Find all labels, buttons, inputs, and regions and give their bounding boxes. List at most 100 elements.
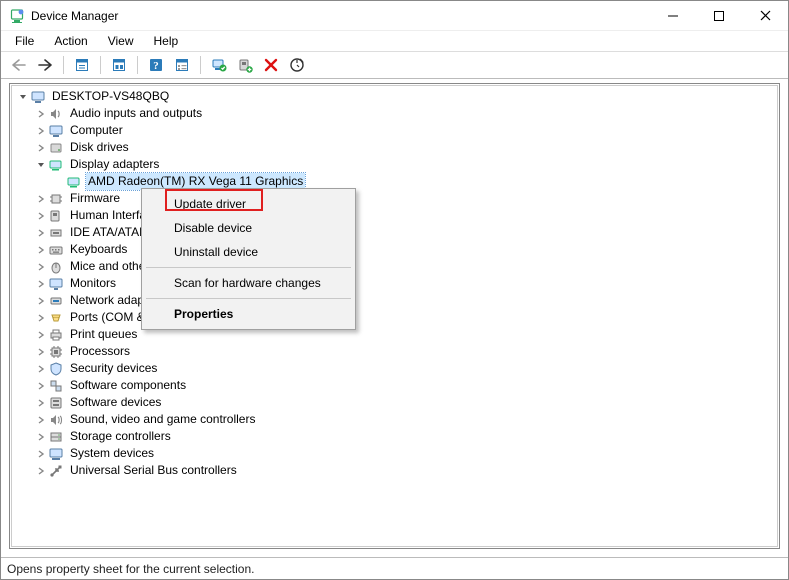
chevron-right-icon[interactable] [34, 364, 48, 374]
port-icon [48, 310, 64, 326]
hid-icon [48, 208, 64, 224]
tree-item-label: Security devices [68, 360, 159, 377]
tree-item-label: Universal Serial Bus controllers [68, 462, 239, 479]
tree-item-label: Firmware [68, 190, 122, 207]
tree-item-label: Software devices [68, 394, 163, 411]
tree-item-keyboards[interactable]: Keyboards [12, 241, 777, 258]
tree-item-system[interactable]: System devices [12, 445, 777, 462]
title-bar: Device Manager [1, 1, 788, 31]
tree-item-label: Software components [68, 377, 188, 394]
printer-icon [48, 327, 64, 343]
tree-item-printq[interactable]: Print queues [12, 326, 777, 343]
tree-item-display[interactable]: Display adapters [12, 156, 777, 173]
back-button[interactable] [7, 54, 31, 76]
chevron-right-icon[interactable] [34, 126, 48, 136]
chevron-right-icon[interactable] [34, 143, 48, 153]
menu-view[interactable]: View [100, 32, 142, 50]
ctx-update-driver[interactable]: Update driver [144, 192, 353, 216]
chevron-down-icon[interactable] [34, 160, 48, 170]
tree-item-sound[interactable]: Sound, video and game controllers [12, 411, 777, 428]
tree-item-ports[interactable]: Ports (COM & LPT) [12, 309, 777, 326]
tree-item-monitors[interactable]: Monitors [12, 275, 777, 292]
properties-button[interactable] [107, 54, 131, 76]
chevron-right-icon[interactable] [34, 330, 48, 340]
close-button[interactable] [742, 1, 788, 30]
chevron-right-icon[interactable] [34, 432, 48, 442]
chevron-right-icon[interactable] [34, 398, 48, 408]
tree-item-swcomp[interactable]: Software components [12, 377, 777, 394]
maximize-button[interactable] [696, 1, 742, 30]
chevron-right-icon[interactable] [34, 211, 48, 221]
usb-icon [48, 463, 64, 479]
help-button[interactable]: ? [144, 54, 168, 76]
chevron-right-icon[interactable] [34, 381, 48, 391]
tree-root-label: DESKTOP-VS48QBQ [50, 88, 171, 105]
ctx-scan-hardware[interactable]: Scan for hardware changes [144, 271, 353, 295]
tree-item-storage[interactable]: Storage controllers [12, 428, 777, 445]
update-driver-button[interactable] [207, 54, 231, 76]
show-hidden-button[interactable] [70, 54, 94, 76]
chevron-right-icon[interactable] [34, 194, 48, 204]
ctx-disable-device[interactable]: Disable device [144, 216, 353, 240]
chevron-right-icon[interactable] [34, 262, 48, 272]
chevron-down-icon[interactable] [16, 92, 30, 102]
tree-item-security[interactable]: Security devices [12, 360, 777, 377]
app-icon [9, 8, 25, 24]
tree-item-display-child[interactable]: AMD Radeon(TM) RX Vega 11 Graphics [12, 173, 777, 190]
tree-item-label: Sound, video and game controllers [68, 411, 257, 428]
device-tree-panel[interactable]: DESKTOP-VS48QBQ Audio inputs and outputs… [9, 83, 780, 549]
tree-item-cpu[interactable]: Processors [12, 343, 777, 360]
tree-item-firmware[interactable]: Firmware [12, 190, 777, 207]
storage-icon [48, 429, 64, 445]
minimize-button[interactable] [650, 1, 696, 30]
monitor-icon [48, 276, 64, 292]
chevron-right-icon[interactable] [34, 347, 48, 357]
mouse-icon [48, 259, 64, 275]
window-title: Device Manager [31, 9, 650, 23]
tree-item-computer[interactable]: Computer [12, 122, 777, 139]
toolbar-separator [100, 56, 101, 74]
tree-item-label: Display adapters [68, 156, 161, 173]
tree-item-network[interactable]: Network adapters [12, 292, 777, 309]
chevron-right-icon[interactable] [34, 415, 48, 425]
menu-file[interactable]: File [7, 32, 42, 50]
tree-item-disk[interactable]: Disk drives [12, 139, 777, 156]
chevron-right-icon[interactable] [34, 228, 48, 238]
tree-item-ide[interactable]: IDE ATA/ATAPI controllers [12, 224, 777, 241]
software-device-icon [48, 395, 64, 411]
ide-icon [48, 225, 64, 241]
tree-item-usb[interactable]: Universal Serial Bus controllers [12, 462, 777, 479]
menu-action[interactable]: Action [46, 32, 95, 50]
tree-root[interactable]: DESKTOP-VS48QBQ [12, 88, 777, 105]
status-bar: Opens property sheet for the current sel… [1, 557, 788, 579]
tree-item-label: Keyboards [68, 241, 129, 258]
menu-help[interactable]: Help [146, 32, 187, 50]
component-icon [48, 378, 64, 394]
toolbar-separator [63, 56, 64, 74]
chevron-right-icon[interactable] [34, 313, 48, 323]
tree-item-hid[interactable]: Human Interface Devices [12, 207, 777, 224]
ctx-properties[interactable]: Properties [144, 302, 353, 326]
chevron-right-icon[interactable] [34, 449, 48, 459]
shield-icon [48, 361, 64, 377]
chevron-right-icon[interactable] [34, 109, 48, 119]
view-button[interactable] [170, 54, 194, 76]
chevron-right-icon[interactable] [34, 279, 48, 289]
tree-item-mice[interactable]: Mice and other pointing devices [12, 258, 777, 275]
tree-item-swdev[interactable]: Software devices [12, 394, 777, 411]
chevron-right-icon[interactable] [34, 296, 48, 306]
chevron-right-icon[interactable] [34, 466, 48, 476]
chevron-right-icon[interactable] [34, 245, 48, 255]
forward-button[interactable] [33, 54, 57, 76]
ctx-separator [146, 298, 351, 299]
scan-hardware-button[interactable] [285, 54, 309, 76]
add-hardware-button[interactable] [233, 54, 257, 76]
uninstall-button[interactable] [259, 54, 283, 76]
cpu-icon [48, 344, 64, 360]
tree-item-label: Audio inputs and outputs [68, 105, 204, 122]
system-icon [48, 446, 64, 462]
context-menu: Update driver Disable device Uninstall d… [141, 188, 356, 330]
toolbar-separator [137, 56, 138, 74]
ctx-uninstall-device[interactable]: Uninstall device [144, 240, 353, 264]
tree-item-audio[interactable]: Audio inputs and outputs [12, 105, 777, 122]
